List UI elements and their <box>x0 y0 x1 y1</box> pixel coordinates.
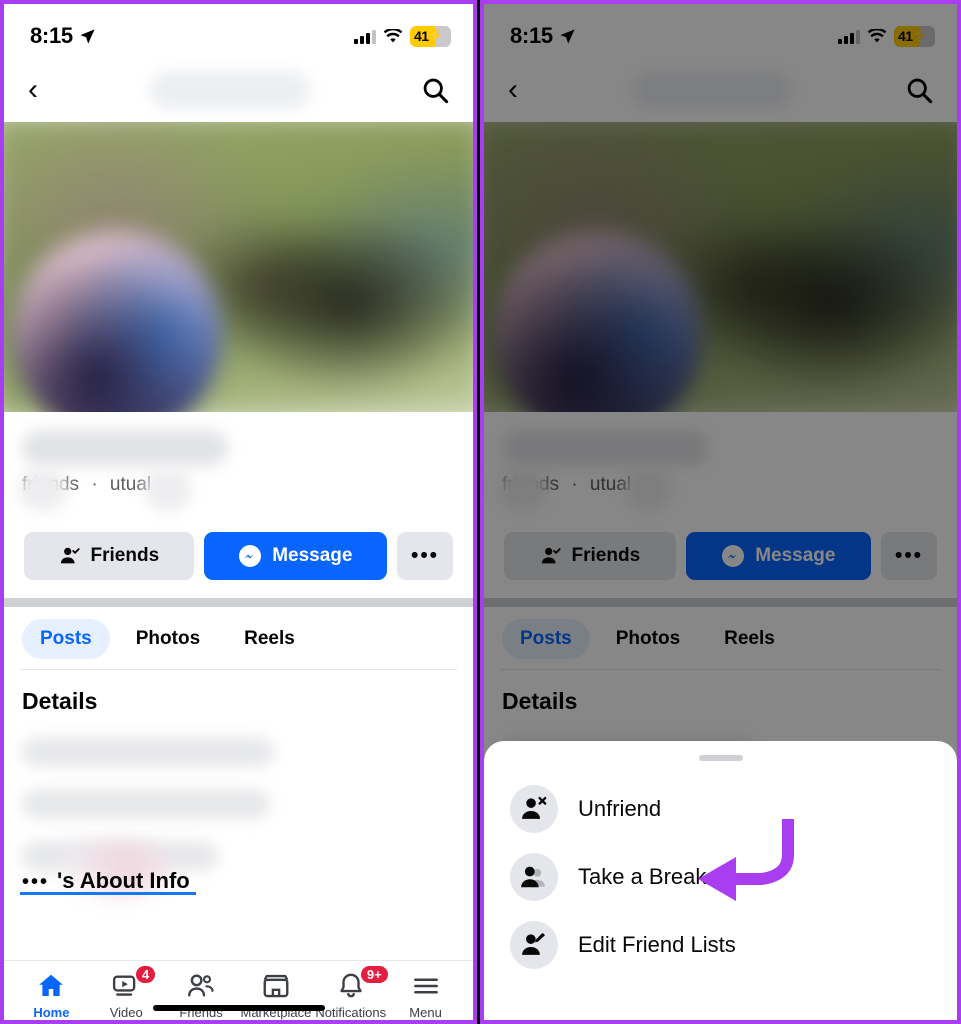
friends-icon <box>188 974 214 997</box>
nav-item-menu[interactable]: Menu <box>389 971 463 1020</box>
person-edit-icon <box>510 921 558 969</box>
nav-item-notifications[interactable]: 9+ Notifications <box>314 964 390 1020</box>
charging-bolt-icon: ⚡ <box>427 28 444 43</box>
detail-row-redacted <box>22 789 270 819</box>
nav-label-home: Home <box>33 1005 70 1020</box>
bottom-navigation: Home 4 Video Friends Marketplace 9+ Noti… <box>4 960 473 1020</box>
phone-panel-right: 8:15 41 ⚡ ‹ · utual Friends Message ••• … <box>480 0 961 1024</box>
sheet-item-take-a-break[interactable]: Take a Break <box>484 843 957 911</box>
home-icon <box>39 974 64 996</box>
nav-label-video: Video <box>109 1005 143 1020</box>
video-badge: 4 <box>134 964 158 985</box>
location-arrow-icon <box>80 28 95 44</box>
profile-tabs: Posts Photos Reels <box>4 607 473 669</box>
search-icon[interactable] <box>421 76 449 104</box>
sheet-item-label: Edit Friend Lists <box>578 932 736 957</box>
profile-action-buttons: Friends Message ••• <box>4 532 473 598</box>
status-indicators: 41 ⚡ <box>354 25 451 47</box>
notifications-badge: 9+ <box>358 964 390 985</box>
nav-item-video[interactable]: 4 Video <box>89 964 163 1020</box>
cover-photo-area[interactable] <box>4 122 473 412</box>
meta-separator: · <box>91 474 98 495</box>
nav-item-home[interactable]: Home <box>14 971 88 1020</box>
facebook-profile-screen-with-sheet: 8:15 41 ⚡ ‹ · utual Friends Message ••• … <box>484 4 957 1020</box>
about-link-underline <box>20 892 196 895</box>
profile-name-redacted <box>22 430 228 466</box>
details-heading: Details <box>22 688 98 714</box>
facebook-profile-screen: 8:15 41 ⚡ ‹ · utual Friends Message ••• … <box>4 4 473 1020</box>
details-section: Details ••• 's About Info <box>4 670 473 898</box>
redacted-friends-number <box>18 466 68 512</box>
status-bar: 8:15 41 ⚡ <box>4 4 473 58</box>
status-time-group: 8:15 <box>30 23 96 49</box>
tab-reels[interactable]: Reels <box>226 619 313 659</box>
person-check-icon <box>60 547 80 564</box>
phone-panel-left: 8:15 41 ⚡ ‹ · utual Friends Message ••• … <box>0 0 477 1024</box>
sheet-item-unfriend[interactable]: Unfriend <box>484 775 957 843</box>
status-time: 8:15 <box>30 23 73 48</box>
friends-button-label: Friends <box>90 545 160 566</box>
battery-indicator: 41 ⚡ <box>410 25 451 47</box>
sheet-item-label: Take a Break <box>578 864 707 889</box>
messenger-icon <box>239 545 262 567</box>
hamburger-icon <box>413 978 438 994</box>
about-info-label: 's About Info <box>57 868 190 893</box>
sheet-item-label: Unfriend <box>578 796 662 821</box>
redacted-name-pill <box>149 71 310 109</box>
about-dots-icon: ••• <box>22 871 50 893</box>
tab-photos[interactable]: Photos <box>118 619 218 659</box>
person-remove-icon <box>510 785 558 833</box>
home-indicator <box>152 1005 325 1011</box>
see-about-info-link[interactable]: ••• 's About Info <box>22 868 455 894</box>
wifi-icon <box>383 28 403 42</box>
dual-screenshot-stage: 8:15 41 ⚡ ‹ · utual Friends Message ••• … <box>0 0 961 1024</box>
nav-item-friends[interactable]: Friends <box>164 971 238 1020</box>
message-button[interactable]: Message <box>203 532 387 580</box>
marketplace-icon <box>263 974 289 998</box>
more-options-button[interactable]: ••• <box>397 532 453 580</box>
nav-label-menu: Menu <box>409 1005 442 1020</box>
friend-options-bottom-sheet: Unfriend Take a Break Edit Friend Lists <box>484 741 957 1020</box>
redacted-mutual-number <box>144 466 192 512</box>
sheet-item-edit-friend-lists[interactable]: Edit Friend Lists <box>484 911 957 979</box>
profile-nav-bar: ‹ <box>4 58 473 122</box>
profile-identity: friends · utual <box>4 412 473 532</box>
battery-percent: 41 <box>414 28 429 44</box>
sheet-drag-handle[interactable] <box>698 755 743 761</box>
friends-button[interactable]: Friends <box>24 532 194 580</box>
back-button[interactable]: ‹ <box>28 75 38 105</box>
cellular-bars-icon <box>354 29 376 44</box>
section-divider <box>4 598 473 607</box>
tab-posts[interactable]: Posts <box>22 619 110 659</box>
detail-row-redacted <box>22 737 274 767</box>
nav-item-marketplace[interactable]: Marketplace <box>239 971 313 1020</box>
message-button-label: Message <box>272 545 353 566</box>
nav-label-notifications: Notifications <box>315 1005 387 1020</box>
people-pause-icon <box>510 853 558 901</box>
